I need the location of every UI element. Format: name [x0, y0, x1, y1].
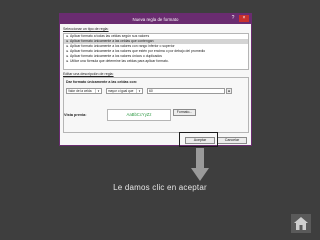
window-controls: ? × — [230, 15, 249, 22]
arrow-down-icon — [191, 148, 209, 181]
home-icon[interactable] — [291, 214, 311, 233]
close-button[interactable]: × — [239, 15, 249, 22]
range-select-icon[interactable]: ⊞ — [226, 88, 232, 94]
slide-background: Nueva regla de formato ? × Seleccionar u… — [0, 0, 320, 240]
chevron-down-icon: ▾ — [136, 89, 142, 93]
help-button[interactable]: ? — [230, 15, 236, 22]
triangle-right-icon: ► — [66, 49, 69, 53]
accept-highlight-box — [179, 132, 218, 147]
format-button[interactable]: Formato... — [173, 109, 196, 116]
triangle-right-icon: ► — [66, 44, 69, 48]
operator-combo[interactable]: mayor o igual que ▾ — [106, 88, 143, 94]
rule-type-list[interactable]: ►Aplicar formato a todas las celdas segú… — [63, 33, 249, 70]
rule-item[interactable]: ►Utilice una fórmula que determine las c… — [64, 59, 248, 64]
value-input[interactable]: 60 — [147, 88, 225, 94]
dialog-title: Nueva regla de formato — [132, 16, 179, 22]
new-format-rule-dialog: Nueva regla de formato ? × Seleccionar u… — [59, 13, 252, 146]
dialog-titlebar: Nueva regla de formato ? × — [60, 14, 251, 24]
close-icon: × — [242, 15, 246, 21]
triangle-right-icon: ► — [66, 54, 69, 58]
preview-label: Vista previa: — [64, 113, 87, 117]
format-only-cells-label: Dar formato únicamente a las celdas con: — [66, 80, 138, 84]
rule-description-panel: Dar formato únicamente a las celdas con:… — [63, 77, 249, 133]
format-preview: AaBbCcYyZz — [107, 109, 171, 121]
cell-value-combo[interactable]: Valor de la celda ▾ — [66, 88, 102, 94]
select-rule-type-label: Seleccionar un tipo de regla: — [63, 27, 109, 31]
triangle-right-icon: ► — [66, 39, 69, 43]
triangle-right-icon: ► — [66, 34, 69, 38]
edit-rule-description-label: Editar una descripción de regla: — [63, 72, 114, 76]
chevron-down-icon: ▾ — [95, 89, 101, 93]
slide-caption: Le damos clic en aceptar — [113, 183, 207, 192]
cancel-button[interactable]: Cancelar — [217, 137, 247, 144]
triangle-right-icon: ► — [66, 59, 69, 63]
